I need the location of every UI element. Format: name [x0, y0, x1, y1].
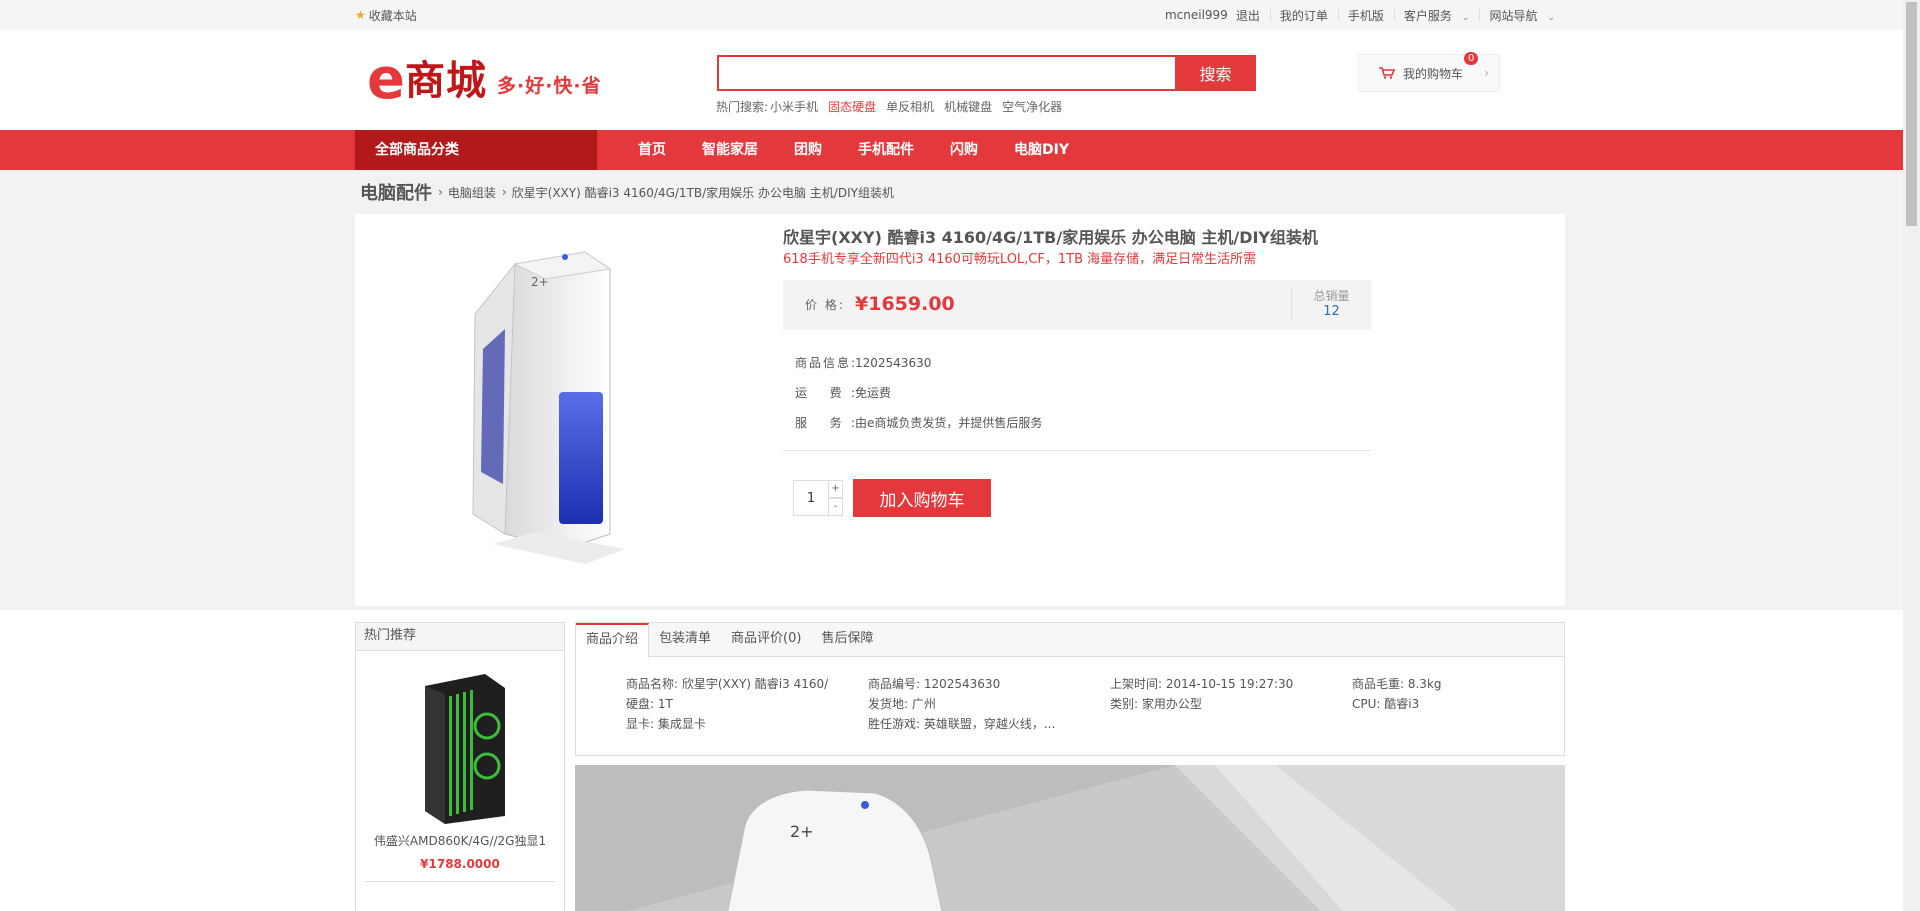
customer-service-menu[interactable]: 客户服务 ⌄: [1393, 7, 1480, 24]
spec-item: 上架时间: 2014-10-15 19:27:30: [1110, 677, 1294, 691]
hot-search-term[interactable]: 空气净化器: [1002, 98, 1062, 115]
product-banner-image: 2+: [575, 765, 1565, 911]
search-button[interactable]: 搜索: [1175, 55, 1256, 91]
chevron-down-icon: ⌄: [1461, 12, 1470, 23]
recommend-item-price: ¥1788.0000: [420, 857, 500, 871]
site-nav-menu[interactable]: 网站导航 ⌄: [1479, 7, 1565, 24]
top-bar: ★ 收藏本站 mcneil999 退出 我的订单 手机版 客户服务 ⌄ 网站导航 ⌄: [0, 0, 1920, 30]
logout-link[interactable]: 退出: [1232, 7, 1270, 24]
mobile-link[interactable]: 手机版: [1337, 7, 1394, 24]
nav-item-flash-sale[interactable]: 闪购: [937, 130, 991, 170]
nav-item-pc-diy[interactable]: 电脑DIY: [1001, 130, 1082, 170]
chevron-right-icon: ›: [438, 185, 443, 199]
quantity-stepper: + -: [829, 480, 843, 516]
product-subtitle: 618手机专享全新四代i3 4160可畅玩LOL,CF，1TB 海量存储，满足日…: [783, 252, 1257, 267]
cart-icon: [1379, 67, 1395, 79]
chevron-right-icon: ›: [1484, 66, 1489, 80]
attr-info: 商品信息: 1202543630: [795, 356, 932, 370]
hot-searches: 热门搜索: 小米手机 固态硬盘 单反相机 机械键盘 空气净化器: [716, 98, 1062, 115]
product-image[interactable]: 2+: [445, 244, 645, 574]
search-bar: 搜索: [717, 55, 1256, 91]
price-label: 价 格:: [805, 298, 845, 312]
product-detail-tabs: 商品介绍 包装清单 商品评价(0) 售后保障 商品名称: 欣星宇(XXY) 酷睿…: [575, 622, 1565, 756]
tab-bar: 商品介绍 包装清单 商品评价(0) 售后保障: [576, 623, 1564, 658]
quantity-input[interactable]: 1: [793, 480, 829, 516]
svg-text:2+: 2+: [531, 275, 549, 289]
nav-item-group-buy[interactable]: 团购: [781, 130, 835, 170]
panel-title: 热门推荐: [356, 623, 564, 651]
spec-grid: 商品名称: 欣星宇(XXY) 酷睿i3 4160/4 商品编号: 1202543…: [576, 657, 1564, 733]
chevron-down-icon: ⌄: [1547, 12, 1555, 23]
price-value: ¥1659.00: [855, 293, 955, 315]
recommend-item-name[interactable]: 伟盛兴AMD860K/4G//2G独显1: [356, 832, 564, 849]
tab-reviews[interactable]: 商品评价(0): [721, 623, 811, 656]
spec-item: 发货地: 广州: [868, 697, 936, 711]
site-logo[interactable]: e 商城 多·好·快·省: [367, 52, 602, 108]
spec-item: 类别: 家用办公型: [1110, 697, 1202, 711]
price-box: 价 格: ¥1659.00 总销量 12: [783, 280, 1371, 330]
purchase-controls: 1 + - 加入购物车: [783, 479, 1371, 517]
chevron-right-icon: ›: [501, 185, 507, 199]
cart-button[interactable]: 我的购物车 0 ›: [1358, 52, 1500, 92]
main-nav: 全部商品分类 首页 智能家居 团购 手机配件 闪购 电脑DIY: [0, 130, 1920, 170]
total-sales: 总销量 12: [1291, 288, 1371, 320]
top-links: mcneil999 退出 我的订单 手机版 客户服务 ⌄ 网站导航 ⌄: [1155, 7, 1565, 24]
nav-item-phone-accessories[interactable]: 手机配件: [845, 130, 927, 170]
all-categories-menu[interactable]: 全部商品分类: [355, 130, 597, 170]
my-orders-link[interactable]: 我的订单: [1269, 7, 1338, 24]
add-to-cart-button[interactable]: 加入购物车: [853, 479, 991, 517]
breadcrumb: 电脑配件 › 电脑组装 › 欣星宇(XXY) 酷睿i3 4160/4G/1TB/…: [355, 170, 1565, 214]
header: e 商城 多·好·快·省 搜索 热门搜索: 小米手机 固态硬盘 单反相机 机械键…: [0, 30, 1920, 130]
spec-item: CPU: 酷睿i3: [1352, 697, 1420, 711]
sales-count: 12: [1323, 304, 1340, 319]
product-title: 欣星宇(XXY) 酷睿i3 4160/4G/1TB/家用娱乐 办公电脑 主机/D…: [783, 228, 1319, 247]
cart-count-badge: 0: [1464, 52, 1479, 65]
product-area: 电脑配件 › 电脑组装 › 欣星宇(XXY) 酷睿i3 4160/4G/1TB/…: [0, 170, 1920, 610]
hot-search-term[interactable]: 机械键盘: [944, 98, 992, 115]
recommend-product-image[interactable]: [405, 666, 515, 826]
nav-item-smart-home[interactable]: 智能家居: [689, 130, 771, 170]
breadcrumb-sub[interactable]: 电脑组装: [448, 184, 496, 201]
tab-packing-list[interactable]: 包装清单: [649, 623, 721, 656]
recommend-item[interactable]: 伟盛兴AMD860K/4G//2G独显1 ¥1788.0000: [356, 651, 564, 882]
spec-item: 胜任游戏: 英雄联盟，穿越火线，...: [868, 717, 1056, 731]
page-scrollbar[interactable]: [1903, 0, 1920, 911]
product-attributes: 商品信息: 1202543630 运 费: 免运费 服 务: 由e商城负责发货，…: [783, 348, 1371, 451]
spec-item: 硬盘: 1T: [626, 697, 673, 711]
hot-search-term[interactable]: 小米手机: [770, 98, 818, 115]
svg-text:2+: 2+: [790, 822, 814, 841]
product-box: 2+ 欣星宇(XXY) 酷睿i3 4160/4G/1TB/家用娱乐 办公电脑 主…: [355, 214, 1565, 606]
nav-item-home[interactable]: 首页: [625, 130, 679, 170]
spec-item: 商品毛重: 8.3kg: [1352, 677, 1442, 691]
spec-item: 商品名称: 欣星宇(XXY) 酷睿i3 4160/4: [626, 677, 828, 691]
attr-shipping: 运 费: 免运费: [795, 386, 892, 400]
scrollbar-thumb[interactable]: [1906, 2, 1917, 226]
tab-introduction[interactable]: 商品介绍: [576, 623, 650, 658]
breadcrumb-category[interactable]: 电脑配件: [360, 179, 432, 205]
star-icon: ★: [355, 8, 366, 22]
hot-recommend-panel: 热门推荐 伟盛兴AMD860K/4G//2G独显1 ¥1788.0000: [355, 622, 565, 911]
divider: [365, 881, 555, 882]
username-link[interactable]: mcneil999: [1155, 8, 1232, 22]
product-info: 欣星宇(XXY) 酷睿i3 4160/4G/1TB/家用娱乐 办公电脑 主机/D…: [783, 226, 1371, 517]
increment-button[interactable]: +: [829, 480, 843, 498]
spec-item: 显卡: 集成显卡: [626, 717, 706, 731]
attr-service: 服 务: 由e商城负责发货，并提供售后服务: [795, 416, 1043, 430]
decrement-button[interactable]: -: [829, 498, 843, 516]
spec-item: 商品编号: 1202543630: [868, 677, 1001, 691]
hot-search-term[interactable]: 固态硬盘: [828, 98, 876, 115]
breadcrumb-product: 欣星宇(XXY) 酷睿i3 4160/4G/1TB/家用娱乐 办公电脑 主机/D…: [511, 185, 894, 200]
hot-search-label: 热门搜索:: [716, 100, 769, 114]
favorite-link[interactable]: ★ 收藏本站: [355, 7, 417, 24]
tab-after-sales[interactable]: 售后保障: [811, 623, 883, 656]
hot-search-term[interactable]: 单反相机: [886, 98, 934, 115]
search-input[interactable]: [717, 55, 1175, 91]
